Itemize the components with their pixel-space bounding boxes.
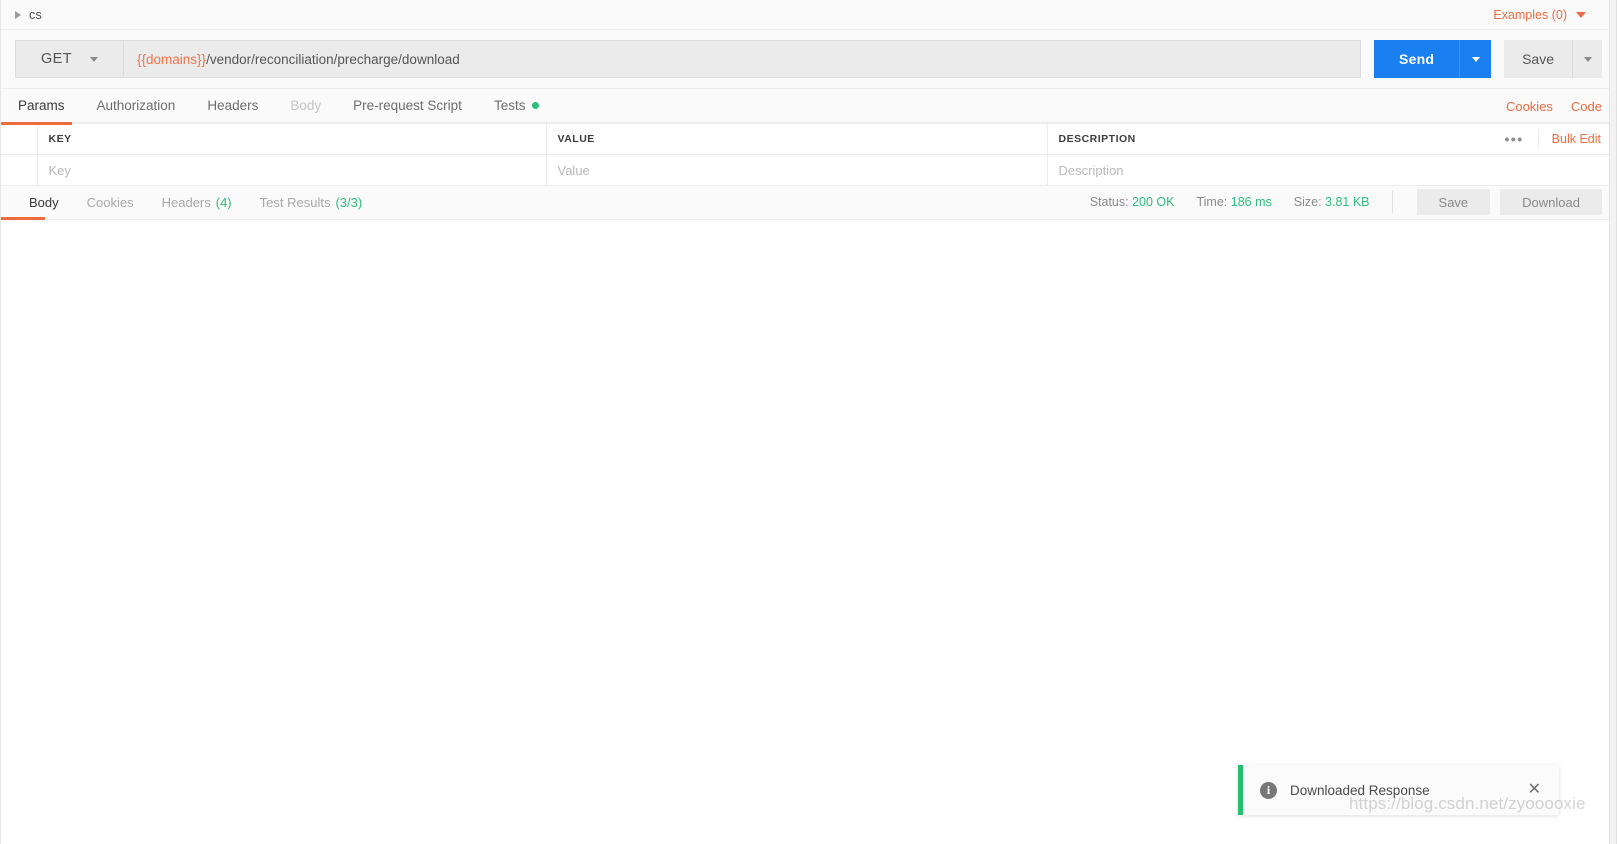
params-tab-active-indicator xyxy=(1,122,72,125)
window-right-edge xyxy=(1609,0,1616,844)
response-tab-test-results-label: Test Results xyxy=(259,195,331,210)
status-badge: Status: 200 OK xyxy=(1090,195,1175,209)
params-table-container: KEY VALUE DESCRIPTION ••• Bulk Edit Key … xyxy=(1,122,1616,186)
request-tabs-links: Cookies Code xyxy=(1506,99,1602,114)
params-checkbox-header xyxy=(1,123,38,155)
params-key-input[interactable]: Key xyxy=(37,154,547,186)
params-description-input[interactable]: Description xyxy=(1047,154,1616,186)
tab-body[interactable]: Body xyxy=(274,98,337,122)
status-value: 200 OK xyxy=(1132,195,1175,209)
response-headers-count: (4) xyxy=(215,195,232,210)
response-tab-test-results[interactable]: Test Results (3/3) xyxy=(246,195,377,219)
params-row-checkbox[interactable] xyxy=(1,154,38,186)
tab-headers[interactable]: Headers xyxy=(191,98,274,122)
toast-message: Downloaded Response xyxy=(1290,782,1430,798)
response-tab-cookies-label: Cookies xyxy=(86,195,134,210)
more-options-icon[interactable]: ••• xyxy=(1490,132,1537,146)
tab-authorization-label: Authorization xyxy=(96,98,176,113)
params-table: KEY VALUE DESCRIPTION ••• Bulk Edit Key … xyxy=(1,123,1616,186)
save-options-button[interactable] xyxy=(1572,40,1602,78)
send-button[interactable]: Send xyxy=(1374,40,1460,78)
params-header-description-cell: DESCRIPTION ••• Bulk Edit xyxy=(1047,123,1616,155)
size-label: Size: xyxy=(1293,195,1322,209)
close-icon[interactable]: ✕ xyxy=(1524,778,1545,802)
tab-pre-request-script[interactable]: Pre-request Script xyxy=(337,98,478,122)
response-test-results-count: (3/3) xyxy=(335,195,363,210)
response-tab-body-label: Body xyxy=(29,195,59,210)
http-method-selector[interactable]: GET xyxy=(15,40,123,78)
download-response-button[interactable]: Download xyxy=(1500,189,1602,215)
response-tab-headers[interactable]: Headers (4) xyxy=(148,195,246,219)
time-label: Time: xyxy=(1196,195,1228,209)
breadcrumb[interactable]: cs xyxy=(15,8,42,22)
response-body-active-indicator xyxy=(1,217,45,220)
tab-pre-request-script-label: Pre-request Script xyxy=(353,98,462,113)
url-path: /vendor/reconciliation/precharge/downloa… xyxy=(206,51,460,67)
postman-window: cs Examples (0) GET {{domains}}/vendor/r… xyxy=(0,0,1617,844)
chevron-down-icon[interactable] xyxy=(1576,12,1586,18)
params-value-input[interactable]: Value xyxy=(546,154,1048,186)
params-header-description: DESCRIPTION xyxy=(1058,133,1136,145)
response-tabs-bar: Body Cookies Headers (4) Test Results (3… xyxy=(1,186,1616,220)
chevron-down-icon[interactable] xyxy=(90,56,98,62)
response-tab-headers-label: Headers xyxy=(161,195,211,210)
save-button-group: Save xyxy=(1504,40,1602,78)
http-method-label: GET xyxy=(40,51,72,67)
save-response-button[interactable]: Save xyxy=(1416,189,1491,215)
meta-divider xyxy=(1391,191,1393,213)
tab-tests-label: Tests xyxy=(493,98,526,113)
examples-dropdown[interactable]: Examples (0) xyxy=(1493,0,1586,30)
save-request-button[interactable]: Save xyxy=(1504,40,1572,78)
tab-params-label: Params xyxy=(18,98,65,113)
time-badge: Time: 186 ms xyxy=(1196,195,1271,209)
request-tabs: Params Authorization Headers Body Pre-re… xyxy=(1,89,1616,123)
url-variable: {{domains}} xyxy=(137,51,207,67)
toast-notification: i Downloaded Response ✕ xyxy=(1238,765,1559,815)
params-header-value: VALUE xyxy=(546,123,1048,155)
cookies-link[interactable]: Cookies xyxy=(1506,99,1553,114)
send-options-button[interactable] xyxy=(1459,40,1492,78)
breadcrumb-bar: cs Examples (0) xyxy=(1,0,1616,30)
size-value: 3.81 KB xyxy=(1325,195,1370,209)
tab-tests[interactable]: Tests xyxy=(478,98,556,122)
bulk-edit-button[interactable]: Bulk Edit xyxy=(1537,130,1615,148)
params-header-key: KEY xyxy=(37,123,547,155)
tab-headers-label: Headers xyxy=(207,98,259,113)
time-value: 186 ms xyxy=(1230,195,1272,209)
examples-label: Examples (0) xyxy=(1493,8,1567,22)
response-tab-body[interactable]: Body xyxy=(15,195,73,219)
tab-body-label: Body xyxy=(290,98,322,113)
request-url-bar: GET {{domains}}/vendor/reconciliation/pr… xyxy=(1,30,1616,89)
response-body-viewer[interactable] xyxy=(1,220,1616,830)
code-link[interactable]: Code xyxy=(1571,99,1602,114)
status-label: Status: xyxy=(1089,195,1129,209)
tests-active-dot-icon xyxy=(532,102,540,109)
params-table-header-row: KEY VALUE DESCRIPTION ••• Bulk Edit xyxy=(1,123,1616,155)
triangle-right-icon[interactable] xyxy=(15,10,21,19)
chevron-down-icon xyxy=(1583,56,1592,62)
response-tab-cookies[interactable]: Cookies xyxy=(73,195,148,219)
send-button-group: Send xyxy=(1374,40,1492,78)
params-empty-row: Key Value Description xyxy=(1,154,1616,186)
tab-params[interactable]: Params xyxy=(15,98,81,122)
chevron-down-icon xyxy=(1471,56,1480,62)
breadcrumb-label: cs xyxy=(29,7,42,22)
response-meta-bar: Status: 200 OK Time: 186 ms Size: 3.81 K… xyxy=(1090,185,1602,219)
url-input[interactable]: {{domains}}/vendor/reconciliation/precha… xyxy=(123,40,1362,78)
tab-authorization[interactable]: Authorization xyxy=(81,98,192,122)
info-icon: i xyxy=(1260,781,1277,799)
size-badge: Size: 3.81 KB xyxy=(1294,195,1370,209)
